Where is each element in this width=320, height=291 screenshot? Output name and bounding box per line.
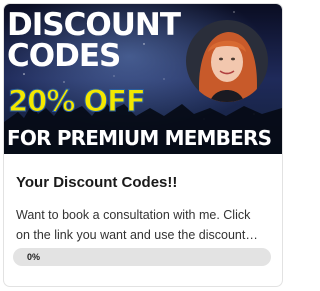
course-card[interactable]: DISCOUNT CODES 20% OFF FOR PREMIUM MEMBE… [3,3,283,287]
author-photo [186,20,268,102]
progress-bar: 0% [13,248,271,266]
banner-title-line2: CODES [7,38,121,74]
course-banner-image[interactable]: DISCOUNT CODES 20% OFF FOR PREMIUM MEMBE… [4,4,282,154]
course-description: Want to book a consultation with me. Cli… [16,205,270,245]
course-title[interactable]: Your Discount Codes!! [16,174,270,192]
course-description-line: Want to book a consultation with me. Cli… [16,208,251,222]
banner-subline: FOR PREMIUM MEMBERS [7,126,272,150]
card-body: Your Discount Codes!! Want to book a con… [4,174,282,245]
progress-label: 0% [27,252,41,262]
banner-offer-text: 20% OFF [8,84,147,118]
course-description-line: on the link you want and use the discoun… [16,228,258,242]
banner-title-line1: DISCOUNT [7,7,181,43]
